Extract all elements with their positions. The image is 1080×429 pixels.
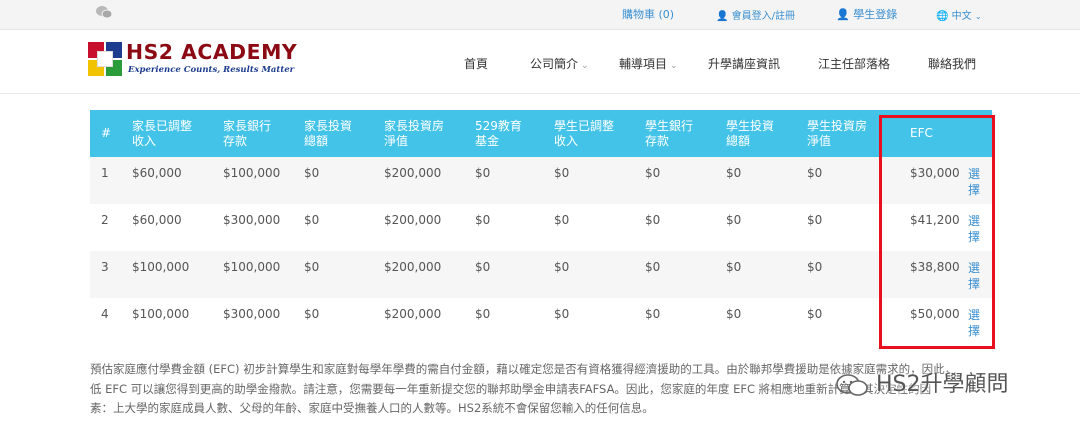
table-cell: $0 (726, 213, 742, 227)
column-header: 家長投資總額 (304, 118, 353, 148)
table-cell: $0 (475, 260, 491, 274)
logo[interactable]: HS2 ACADEMY Experience Counts, Results M… (88, 40, 297, 80)
table-header-row: # 家長已調整收入 家長銀行存款 家長投資總額 家長投資房淨值 529教育基金 … (90, 110, 992, 157)
language-selector[interactable]: 🌐 中文 ⌄ (936, 7, 982, 22)
table-cell: $0 (475, 307, 491, 321)
watermark: HS2升學顧問 (835, 366, 1009, 398)
nav-item-contact[interactable]: 聯絡我們 (928, 55, 976, 72)
table-cell: $0 (304, 260, 320, 274)
chevron-down-icon: ⌄ (974, 12, 982, 21)
column-header: 學生投資總額 (726, 118, 775, 148)
nav-item-services[interactable]: 輔導項目 ⌄ (619, 55, 678, 72)
table-cell: $100,000 (132, 307, 190, 321)
table-cell: $60,000 (132, 213, 182, 227)
table-row: 1 $60,000 $100,000 $0 $200,000 $0 $0 $0 … (90, 157, 992, 204)
login-link[interactable]: 👤 會員登入/註冊 (716, 7, 795, 22)
table-cell: $200,000 (384, 213, 442, 227)
table-cell: $0 (645, 260, 661, 274)
table-cell: $300,000 (223, 213, 281, 227)
table-cell: $0 (554, 166, 570, 180)
column-header: # (101, 126, 112, 140)
chevron-down-icon: ⌄ (670, 61, 678, 71)
row-number: 2 (101, 213, 109, 227)
table-cell: $0 (475, 166, 491, 180)
nav-item-blog[interactable]: 江主任部落格 (818, 55, 890, 72)
site-header: HS2 ACADEMY Experience Counts, Results M… (0, 31, 1080, 94)
column-header: 家長投資房淨值 (384, 118, 445, 148)
table-row: 3 $100,000 $100,000 $0 $200,000 $0 $0 $0… (90, 251, 992, 298)
table-cell: $0 (645, 307, 661, 321)
table-cell: $0 (554, 307, 570, 321)
table-row: 4 $100,000 $300,000 $0 $200,000 $0 $0 $0… (90, 298, 992, 345)
row-number: 3 (101, 260, 109, 274)
table-cell: $0 (645, 213, 661, 227)
table-cell: $0 (475, 213, 491, 227)
user-icon: 👤 (716, 11, 729, 22)
table-cell: $0 (726, 166, 742, 180)
column-header: 529教育基金 (475, 118, 522, 148)
row-number: 4 (101, 307, 109, 321)
efc-highlight-box (879, 115, 995, 349)
user-icon: 👤 (836, 8, 850, 21)
chevron-down-icon: ⌄ (581, 61, 589, 71)
efc-table: # 家長已調整收入 家長銀行存款 家長投資總額 家長投資房淨值 529教育基金 … (90, 110, 992, 345)
table-cell: $0 (726, 260, 742, 274)
student-login-link[interactable]: 👤 學生登錄 (836, 6, 897, 22)
table-cell: $0 (304, 307, 320, 321)
table-cell: $0 (726, 307, 742, 321)
table-cell: $0 (304, 213, 320, 227)
table-cell: $0 (645, 166, 661, 180)
table-cell: $100,000 (223, 260, 281, 274)
table-cell: $60,000 (132, 166, 182, 180)
column-header: 家長已調整收入 (132, 118, 193, 148)
column-header: 學生已調整收入 (554, 118, 615, 148)
table-cell: $100,000 (223, 166, 281, 180)
table-cell: $0 (304, 166, 320, 180)
brand-slogan: Experience Counts, Results Matter (128, 65, 295, 75)
row-number: 1 (101, 166, 109, 180)
column-header: 家長銀行存款 (223, 118, 272, 148)
globe-icon: 🌐 (936, 11, 949, 22)
table-cell: $0 (554, 260, 570, 274)
wechat-icon[interactable] (95, 5, 113, 19)
table-cell: $200,000 (384, 307, 442, 321)
table-cell: $300,000 (223, 307, 281, 321)
nav-item-about[interactable]: 公司簡介 ⌄ (530, 55, 589, 72)
logo-mark-icon (88, 42, 122, 76)
table-cell: $200,000 (384, 166, 442, 180)
top-bar: 購物車 (0) 👤 會員登入/註冊 👤 學生登錄 🌐 中文 ⌄ (0, 0, 1080, 30)
wechat-icon (836, 374, 868, 396)
table-row: 2 $60,000 $300,000 $0 $200,000 $0 $0 $0 … (90, 204, 992, 251)
brand-name: HS2 ACADEMY (126, 40, 298, 64)
column-header: 學生銀行存款 (645, 118, 694, 148)
table-cell: $0 (554, 213, 570, 227)
table-cell: $100,000 (132, 260, 190, 274)
nav-item-home[interactable]: 首頁 (464, 55, 488, 72)
cart-link[interactable]: 購物車 (0) (622, 6, 674, 22)
table-cell: $200,000 (384, 260, 442, 274)
nav-item-seminars[interactable]: 升學講座資訊 (708, 55, 780, 72)
